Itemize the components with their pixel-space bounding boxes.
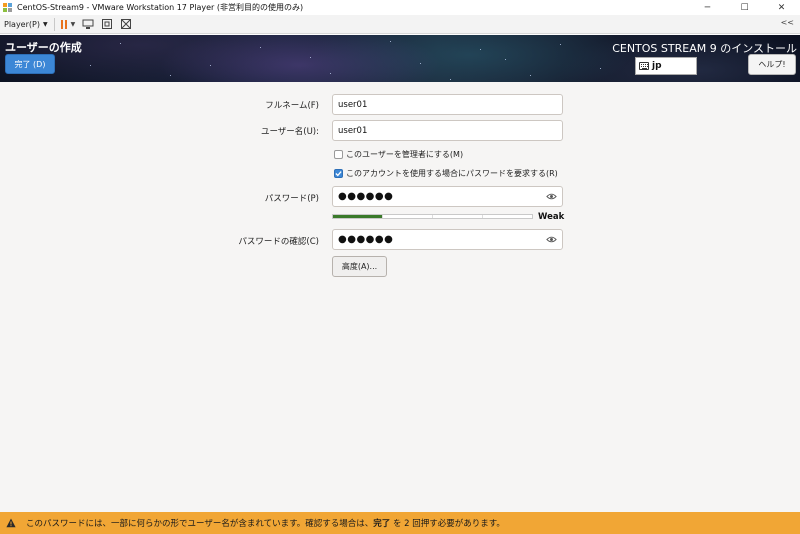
help-button[interactable]: ヘルプ! bbox=[748, 54, 796, 75]
strength-segment bbox=[433, 215, 483, 218]
advanced-button[interactable]: 高度(A)... bbox=[332, 256, 387, 277]
page-title: ユーザーの作成 bbox=[5, 41, 82, 54]
close-button[interactable]: ✕ bbox=[763, 0, 800, 15]
require-password-checkbox[interactable] bbox=[334, 169, 343, 178]
fullname-label: フルネーム(F) bbox=[265, 101, 319, 111]
password-strength-label: Weak bbox=[538, 212, 565, 222]
warning-icon bbox=[6, 518, 16, 528]
confirm-password-value: ●●●●●● bbox=[338, 234, 394, 245]
username-field[interactable]: user01 bbox=[332, 120, 563, 141]
check-icon bbox=[335, 171, 342, 177]
chevron-down-icon: ▼ bbox=[42, 20, 48, 28]
admin-checkbox-row[interactable]: このユーザーを管理者にする(M) bbox=[334, 149, 463, 160]
window-controls: ─ ☐ ✕ bbox=[689, 0, 800, 15]
strength-segment bbox=[483, 215, 532, 218]
warning-text-before: このパスワードには、一部に何らかの形でユーザー名が含まれています。確認する場合は… bbox=[26, 519, 374, 529]
require-password-checkbox-row[interactable]: このアカウントを使用する場合にパスワードを要求する(R) bbox=[334, 168, 558, 179]
fullscreen-icon[interactable] bbox=[101, 18, 113, 30]
window-titlebar: CentOS-Stream9 - VMware Workstation 17 P… bbox=[0, 0, 800, 15]
warning-text-done: 完了 bbox=[373, 519, 391, 529]
password-field[interactable]: ●●●●●● bbox=[332, 186, 563, 207]
minimize-button[interactable]: ─ bbox=[689, 0, 726, 15]
confirm-password-label: パスワードの確認(C) bbox=[238, 237, 319, 247]
warning-text: このパスワードには、一部に何らかの形でユーザー名が含まれています。確認する場合は… bbox=[26, 517, 505, 529]
anaconda-header: ユーザーの作成 完了 (D) CENTOS STREAM 9 のインストール j… bbox=[0, 35, 800, 82]
done-button[interactable]: 完了 (D) bbox=[5, 54, 55, 74]
warning-bar: このパスワードには、一部に何らかの形でユーザー名が含まれています。確認する場合は… bbox=[0, 512, 800, 534]
eye-icon[interactable] bbox=[546, 235, 557, 244]
admin-checkbox[interactable] bbox=[334, 150, 343, 159]
collapse-toolbar-icon[interactable]: << bbox=[781, 18, 794, 27]
create-user-form: フルネーム(F) user01 ユーザー名(U): user01 このユーザーを… bbox=[0, 82, 800, 512]
admin-checkbox-label: このユーザーを管理者にする(M) bbox=[346, 150, 464, 159]
maximize-button[interactable]: ☐ bbox=[726, 0, 763, 15]
toolbar-divider bbox=[53, 17, 55, 31]
strength-segment bbox=[383, 215, 433, 218]
username-label: ユーザー名(U): bbox=[260, 127, 319, 137]
strength-segment bbox=[333, 215, 383, 218]
send-ctrl-alt-del-icon[interactable] bbox=[82, 18, 94, 30]
fullname-value: user01 bbox=[338, 99, 368, 110]
vmware-icon bbox=[3, 2, 13, 13]
pause-dropdown-icon[interactable]: ▼ bbox=[71, 21, 76, 28]
warning-text-after: を 2 回押す必要があります。 bbox=[390, 519, 505, 529]
username-value: user01 bbox=[338, 125, 368, 136]
pause-icon[interactable] bbox=[60, 19, 67, 29]
eye-icon[interactable] bbox=[546, 192, 557, 201]
player-menu[interactable]: Player(P) ▼ bbox=[4, 20, 48, 29]
require-password-label: このアカウントを使用する場合にパスワードを要求する(R) bbox=[346, 169, 558, 178]
unity-icon[interactable] bbox=[120, 18, 132, 30]
keyboard-layout-indicator[interactable]: jp bbox=[635, 57, 697, 75]
password-strength-meter bbox=[332, 214, 533, 219]
password-value: ●●●●●● bbox=[338, 191, 394, 202]
password-label: パスワード(P) bbox=[264, 194, 319, 204]
keyboard-icon bbox=[639, 62, 649, 70]
keyboard-layout-label: jp bbox=[652, 61, 662, 71]
player-menu-label: Player(P) bbox=[4, 19, 40, 29]
strength-fill bbox=[333, 215, 382, 218]
fullname-field[interactable]: user01 bbox=[332, 94, 563, 115]
player-toolbar: Player(P) ▼ ▼ bbox=[0, 15, 800, 34]
confirm-password-field[interactable]: ●●●●●● bbox=[332, 229, 563, 250]
window-title: CentOS-Stream9 - VMware Workstation 17 P… bbox=[17, 3, 304, 12]
